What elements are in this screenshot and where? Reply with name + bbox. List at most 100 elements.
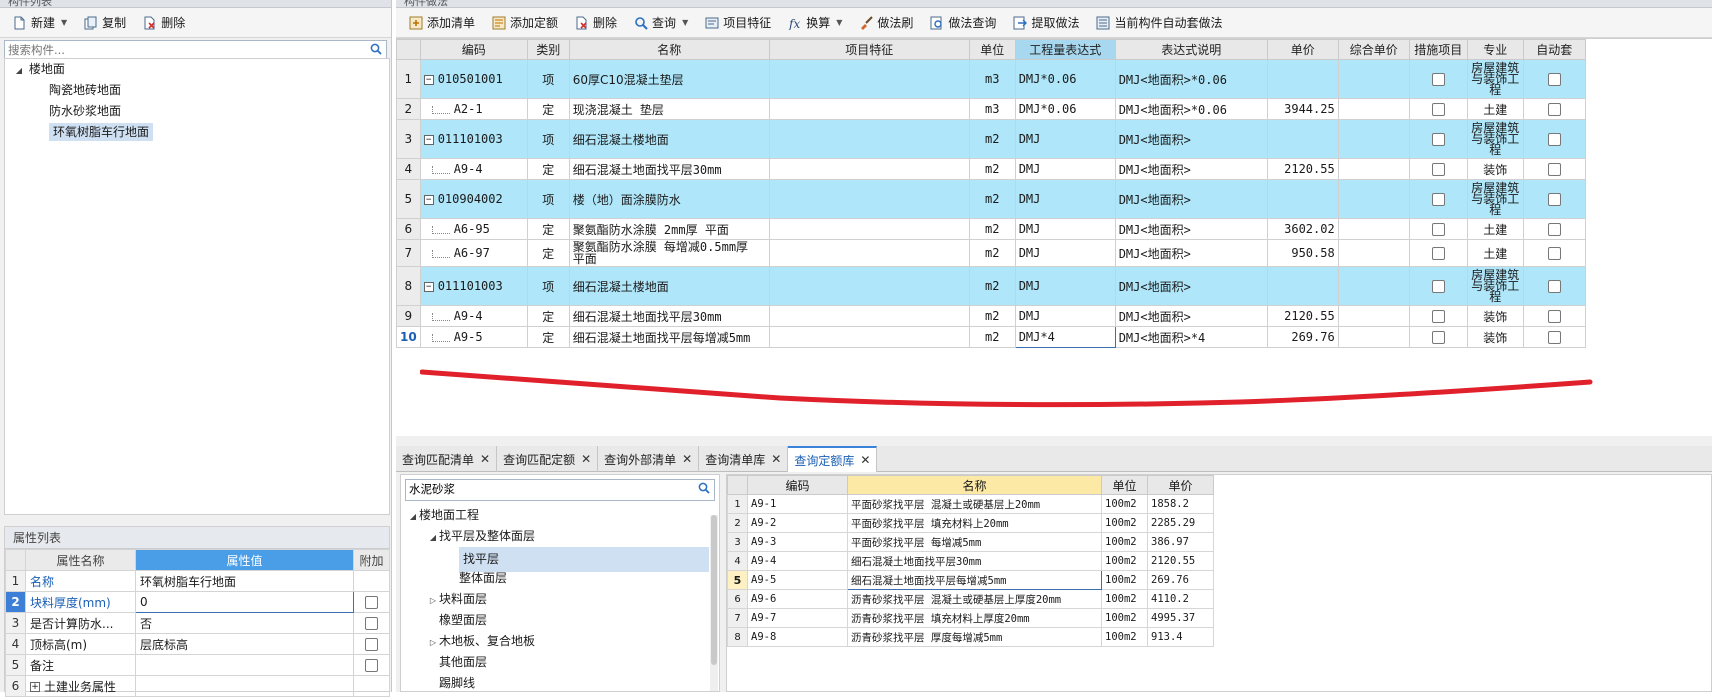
- property-row[interactable]: 3 是否计算防水... 否: [5, 612, 390, 634]
- grid-header-cell[interactable]: 综合单价: [1337, 39, 1410, 60]
- quota-price[interactable]: 913.4: [1147, 627, 1214, 647]
- feature-cell[interactable]: [768, 119, 970, 159]
- expression-cell[interactable]: DMJ*0.06: [1014, 59, 1116, 99]
- scrollbar-thumb[interactable]: [711, 515, 717, 665]
- auto-apply-checkbox[interactable]: [1547, 310, 1561, 323]
- close-icon[interactable]: ✕: [581, 452, 591, 466]
- extra-checkbox[interactable]: [365, 638, 378, 651]
- grid-header-cell[interactable]: 自动套: [1522, 39, 1586, 60]
- tab-5[interactable]: 查询定额库 ✕: [788, 446, 878, 472]
- tab-4[interactable]: 查询清单库 ✕: [699, 446, 789, 472]
- measure-checkbox[interactable]: [1431, 247, 1445, 260]
- quota-unit[interactable]: 100m2: [1101, 570, 1148, 590]
- brush-button[interactable]: 做法刷: [852, 12, 919, 33]
- close-icon[interactable]: ✕: [860, 453, 870, 467]
- property-row[interactable]: 1 名称 环氧树脂车行地面: [5, 570, 390, 592]
- code-cell[interactable]: A9-4: [419, 305, 528, 327]
- category-cell[interactable]: 定: [526, 305, 570, 327]
- quota-row[interactable]: 3 A9-3 平面砂浆找平层 每增减5mm 100m2 386.97: [727, 532, 1214, 552]
- expression-cell[interactable]: DMJ: [1014, 158, 1116, 180]
- name-cell[interactable]: 楼（地）面涂膜防水: [568, 179, 770, 219]
- quota-header-cell[interactable]: 编码: [747, 475, 848, 495]
- code-cell[interactable]: A6-95: [419, 218, 528, 240]
- row-number[interactable]: 9: [396, 305, 421, 327]
- tree-item-epoxy-floor[interactable]: 环氧树脂车行地面: [5, 122, 389, 143]
- expression-desc-cell[interactable]: DMJ<地面积>: [1114, 239, 1268, 267]
- unit-cell[interactable]: m2: [968, 326, 1016, 348]
- code-cell[interactable]: A9-5: [419, 326, 528, 348]
- code-cell[interactable]: A9-4: [419, 158, 528, 180]
- name-cell[interactable]: 细石混凝土楼地面: [568, 266, 770, 306]
- unit-price-cell[interactable]: [1266, 266, 1339, 306]
- add-list-button[interactable]: 添加清单: [402, 12, 481, 33]
- quota-row-number[interactable]: 5: [727, 570, 748, 590]
- quota-tree-node[interactable]: ◢ 楼地面工程: [401, 505, 719, 526]
- total-price-cell[interactable]: [1337, 59, 1410, 99]
- quota-header-cell[interactable]: 单价: [1147, 475, 1214, 495]
- quota-header-cell[interactable]: 单位: [1101, 475, 1148, 495]
- grid-header-cell[interactable]: 表达式说明: [1114, 39, 1268, 60]
- unit-cell[interactable]: m2: [968, 179, 1016, 219]
- expression-desc-cell[interactable]: DMJ<地面积>: [1114, 305, 1268, 327]
- major-cell[interactable]: 装饰: [1466, 305, 1524, 327]
- tab-1[interactable]: 查询匹配清单 ✕: [396, 446, 498, 472]
- unit-price-cell[interactable]: 950.58: [1266, 239, 1339, 267]
- collapse-minus-icon[interactable]: −: [423, 134, 434, 145]
- quota-row-number[interactable]: 1: [727, 494, 748, 514]
- total-price-cell[interactable]: [1337, 179, 1410, 219]
- feature-cell[interactable]: [768, 266, 970, 306]
- tree-root-floor[interactable]: ◢ 楼地面: [5, 59, 389, 80]
- quota-code[interactable]: A9-8: [747, 627, 848, 647]
- quota-name[interactable]: 平面砂浆找平层 每增减5mm: [847, 532, 1102, 552]
- feature-cell[interactable]: [768, 326, 970, 348]
- property-row[interactable]: 5 备注: [5, 654, 390, 676]
- expression-cell[interactable]: DMJ: [1014, 119, 1116, 159]
- quota-item-row[interactable]: 2 A2-1 定现浇混凝土 垫层 m3 DMJ*0.06 DMJ<地面积>*0.06 394…: [396, 98, 1586, 120]
- major-cell[interactable]: 装饰: [1466, 326, 1524, 348]
- expression-cell[interactable]: DMJ: [1014, 218, 1116, 240]
- quota-unit[interactable]: 100m2: [1101, 589, 1148, 609]
- feature-cell[interactable]: [768, 158, 970, 180]
- unit-price-cell[interactable]: 269.76: [1266, 326, 1339, 348]
- expression-cell[interactable]: DMJ: [1014, 266, 1116, 306]
- quota-unit[interactable]: 100m2: [1101, 532, 1148, 552]
- grid-header-cell[interactable]: 单价: [1266, 39, 1339, 60]
- quota-name[interactable]: 平面砂浆找平层 填充材料上20mm: [847, 513, 1102, 533]
- quota-row[interactable]: 4 A9-4 细石混凝土地面找平层30mm 100m2 2120.55: [727, 551, 1214, 571]
- quota-row[interactable]: 5 A9-5 细石混凝土地面找平层每增减5mm 100m2 269.76: [727, 570, 1214, 590]
- expression-desc-cell[interactable]: DMJ<地面积>: [1114, 266, 1268, 306]
- expand-plus-icon[interactable]: +: [30, 682, 40, 692]
- major-cell[interactable]: 装饰: [1466, 158, 1524, 180]
- feature-cell[interactable]: [768, 218, 970, 240]
- expanded-arrow-icon[interactable]: ◢: [407, 506, 419, 527]
- name-cell[interactable]: 聚氨酯防水涂膜 2mm厚 平面: [568, 218, 770, 240]
- quota-tree-node[interactable]: ◢ 找平层及整体面层: [401, 526, 719, 547]
- major-cell[interactable]: 土建: [1466, 218, 1524, 240]
- unit-cell[interactable]: m2: [968, 158, 1016, 180]
- category-cell[interactable]: 定: [526, 326, 570, 348]
- property-row[interactable]: 4 顶标高(m) 层底标高: [5, 633, 390, 655]
- tree-item-waterproof-mortar[interactable]: 防水砂浆地面: [5, 101, 389, 122]
- total-price-cell[interactable]: [1337, 305, 1410, 327]
- measure-checkbox[interactable]: [1431, 193, 1445, 206]
- total-price-cell[interactable]: [1337, 218, 1410, 240]
- grid-header-cell[interactable]: 名称: [568, 39, 770, 60]
- auto-apply-checkbox[interactable]: [1547, 247, 1561, 260]
- quota-item-row[interactable]: 6 A6-95 定聚氨酯防水涂膜 2mm厚 平面 m2 DMJ DMJ<地面积> 3602.…: [396, 218, 1586, 240]
- fx-button[interactable]: fx 换算 ▼: [781, 12, 848, 33]
- quota-price[interactable]: 269.76: [1147, 570, 1214, 590]
- quota-name[interactable]: 细石混凝土地面找平层每增减5mm: [847, 570, 1102, 590]
- unit-price-cell[interactable]: [1266, 119, 1339, 159]
- feature-cell[interactable]: [768, 239, 970, 267]
- quota-name[interactable]: 沥青砂浆找平层 厚度每增减5mm: [847, 627, 1102, 647]
- tab-3[interactable]: 查询外部清单 ✕: [598, 446, 700, 472]
- auto-apply-checkbox[interactable]: [1547, 193, 1561, 206]
- quota-code[interactable]: A9-2: [747, 513, 848, 533]
- major-cell[interactable]: 房屋建筑与装饰工程: [1466, 179, 1524, 219]
- extra-checkbox[interactable]: [365, 617, 378, 630]
- category-cell[interactable]: 项: [526, 266, 570, 306]
- method-query-button[interactable]: 做法查询: [923, 12, 1002, 33]
- grid-header-cell[interactable]: 项目特征: [768, 39, 970, 60]
- name-cell[interactable]: 聚氨酯防水涂膜 每增减0.5mm厚 平面: [568, 239, 770, 267]
- expression-desc-cell[interactable]: DMJ<地面积>: [1114, 179, 1268, 219]
